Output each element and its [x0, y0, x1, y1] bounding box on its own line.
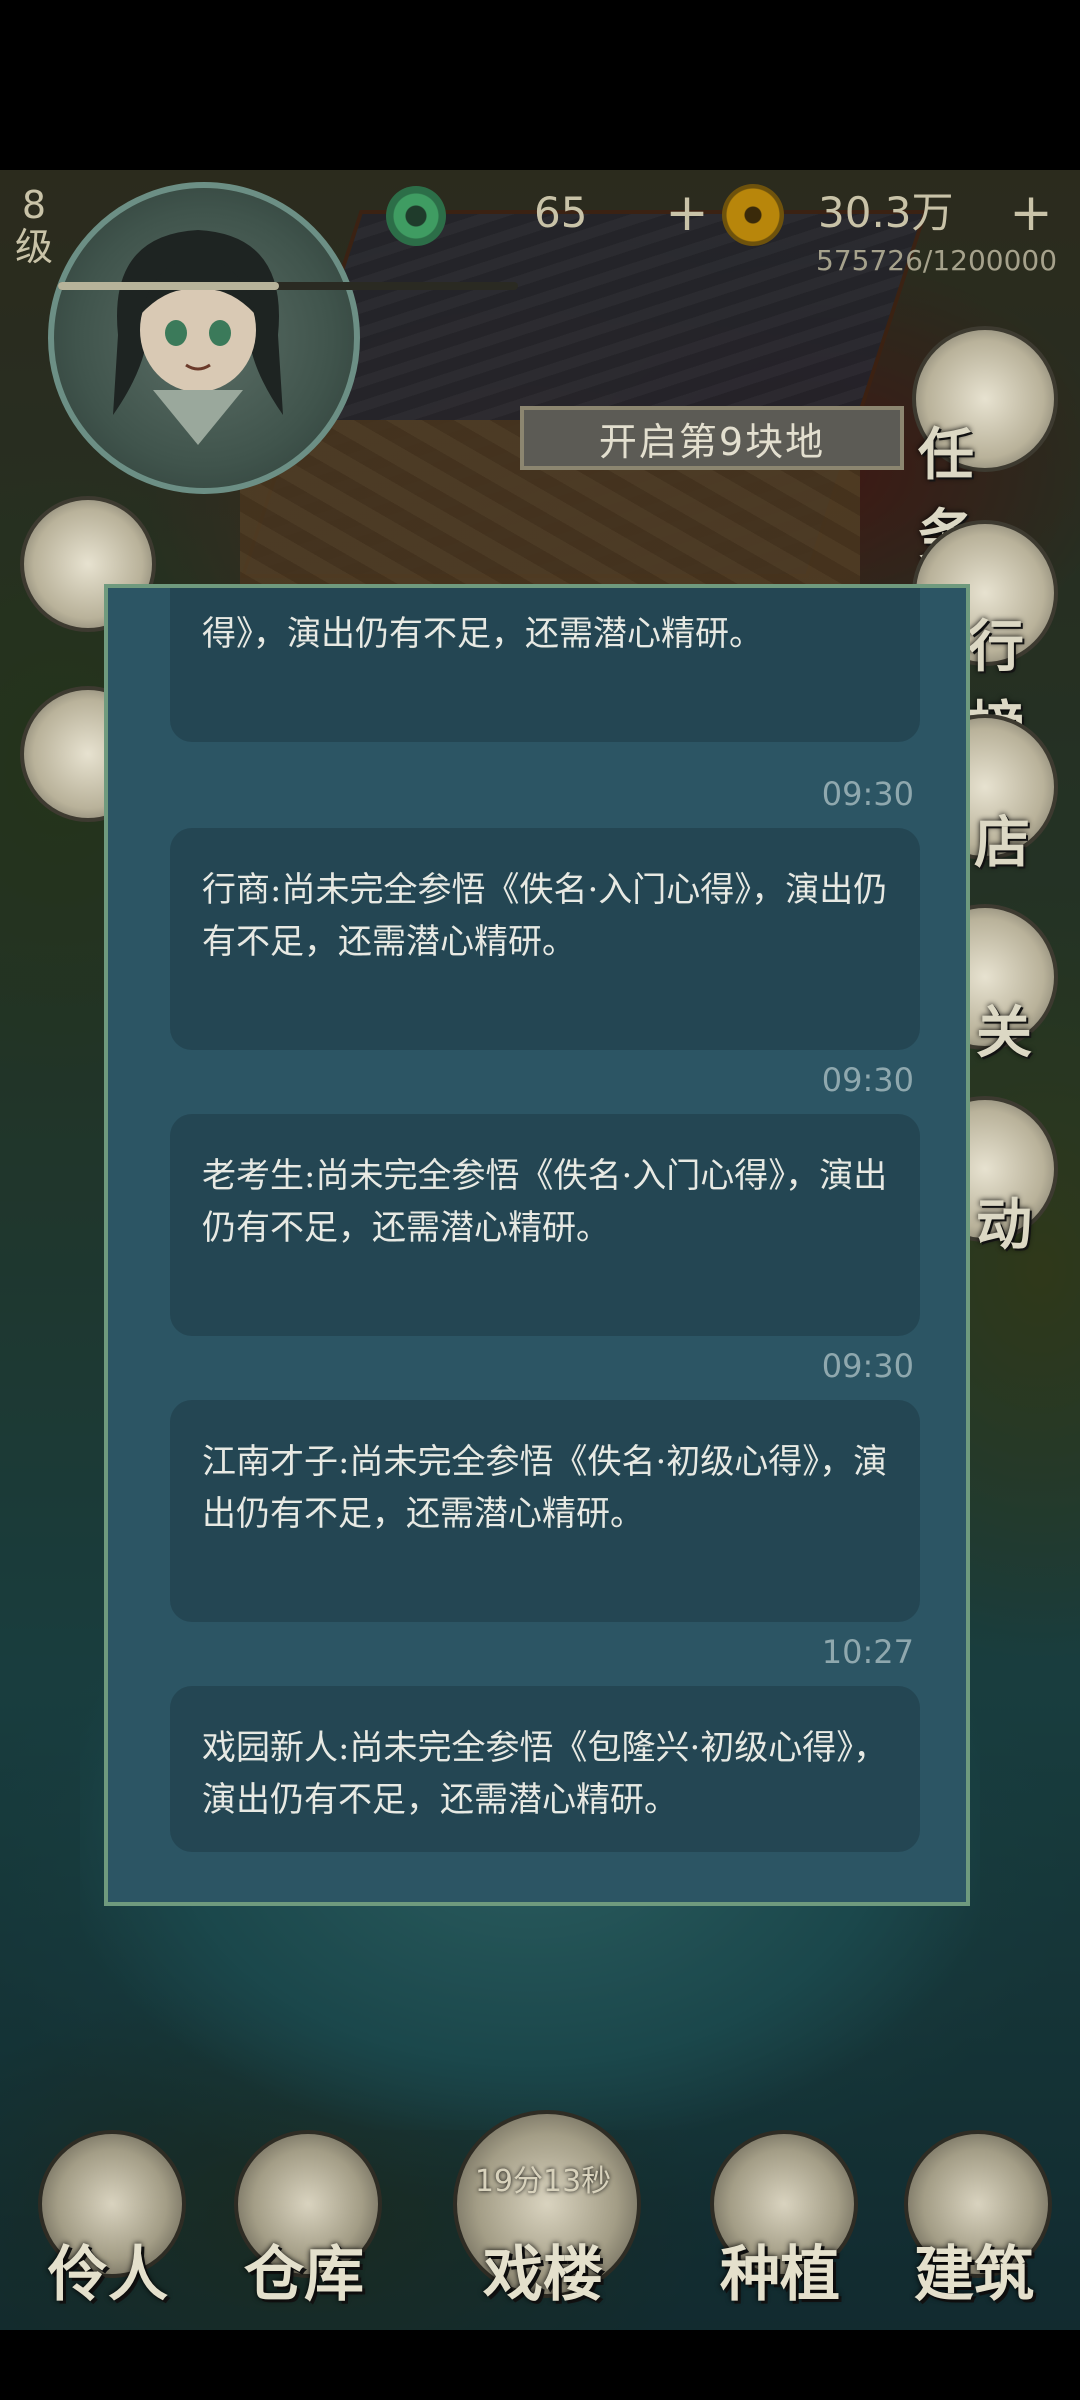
jade-currency-icon — [386, 186, 446, 246]
nav-building-label: 建筑 — [914, 2240, 1034, 2310]
exp-progress-fill — [58, 282, 279, 290]
unlock-land-text: 开启第9块地 — [598, 419, 826, 464]
unlock-land-banner[interactable]: 开启第9块地 — [520, 406, 904, 470]
message-time: 09:30 — [821, 1061, 914, 1099]
message-text: 行商:尚未完全参悟《佚名·入门心得》，演出仍有不足，还需潜心精研。 — [202, 870, 888, 962]
message-text: 江南才子:尚未完全参悟《佚名·初级心得》，演出仍有不足，还需潜心精研。 — [202, 1442, 888, 1534]
message-bubble: 行商:尚未完全参悟《佚名·入门心得》，演出仍有不足，还需潜心精研。 — [170, 828, 920, 1050]
avatar-portrait-icon — [113, 230, 283, 445]
navigation-bar-area — [0, 2330, 1080, 2400]
add-jade-button[interactable]: + — [662, 187, 712, 239]
message-time: 10:27 — [821, 1633, 914, 1671]
message-text: 老考生:尚未完全参悟《佚名·入门心得》，演出仍有不足，还需潜心精研。 — [202, 1156, 888, 1248]
side-item-level[interactable]: 关 — [976, 988, 1032, 1069]
message-bubble: 老考生:尚未完全参悟《佚名·入门心得》，演出仍有不足，还需潜心精研。 — [170, 1114, 920, 1336]
nav-warehouse[interactable]: 仓库 — [214, 2130, 394, 2320]
coin-progress-text: 575726/1200000 — [816, 244, 1058, 277]
message-time: 09:30 — [821, 775, 914, 813]
add-copper-button[interactable]: + — [1006, 187, 1056, 239]
message-text: 戏园新人:尚未完全参悟《包隆兴·初级心得》，演出仍有不足，还需潜心精研。 — [202, 1728, 888, 1820]
message-log-dialog[interactable]: 得》，演出仍有不足，还需潜心精研。 09:30 行商:尚未完全参悟《佚名·入门心… — [104, 584, 970, 1906]
theater-timer: 19分13秒 — [474, 2164, 612, 2199]
jade-amount: 65 — [534, 188, 588, 237]
avatar[interactable] — [98, 215, 298, 445]
level-unit: 级 — [14, 225, 53, 269]
nav-theater-label: 戏楼 — [483, 2240, 603, 2310]
message-text: 得》，演出仍有不足，还需潜心精研。 — [202, 614, 763, 654]
message-bubble: 戏园新人:尚未完全参悟《包隆兴·初级心得》，演出仍有不足，还需潜心精研。 — [170, 1686, 920, 1852]
nav-warehouse-label: 仓库 — [244, 2240, 364, 2310]
message-list[interactable]: 得》，演出仍有不足，还需潜心精研。 09:30 行商:尚未完全参悟《佚名·入门心… — [108, 588, 966, 1902]
copper-amount: 30.3万 — [818, 188, 954, 237]
copper-coin-icon — [722, 184, 784, 246]
nav-planting[interactable]: 种植 — [690, 2130, 870, 2320]
nav-performers[interactable]: 伶人 — [18, 2130, 198, 2320]
message-time: 09:30 — [821, 1347, 914, 1385]
player-level: 8 级 — [12, 184, 56, 268]
level-number: 8 — [21, 183, 47, 227]
side-item-event[interactable]: 动 — [976, 1180, 1032, 1261]
side-item-shop[interactable]: 店 — [974, 798, 1030, 879]
exp-progress-bar — [58, 282, 518, 290]
nav-theater[interactable]: 19分13秒 戏楼 — [448, 2110, 641, 2320]
status-bar-area — [0, 0, 1080, 170]
nav-building[interactable]: 建筑 — [884, 2130, 1064, 2320]
nav-planting-label: 种植 — [720, 2240, 840, 2310]
nav-performers-label: 伶人 — [48, 2240, 168, 2310]
message-bubble: 得》，演出仍有不足，还需潜心精研。 — [170, 588, 920, 742]
message-bubble: 江南才子:尚未完全参悟《佚名·初级心得》，演出仍有不足，还需潜心精研。 — [170, 1400, 920, 1622]
